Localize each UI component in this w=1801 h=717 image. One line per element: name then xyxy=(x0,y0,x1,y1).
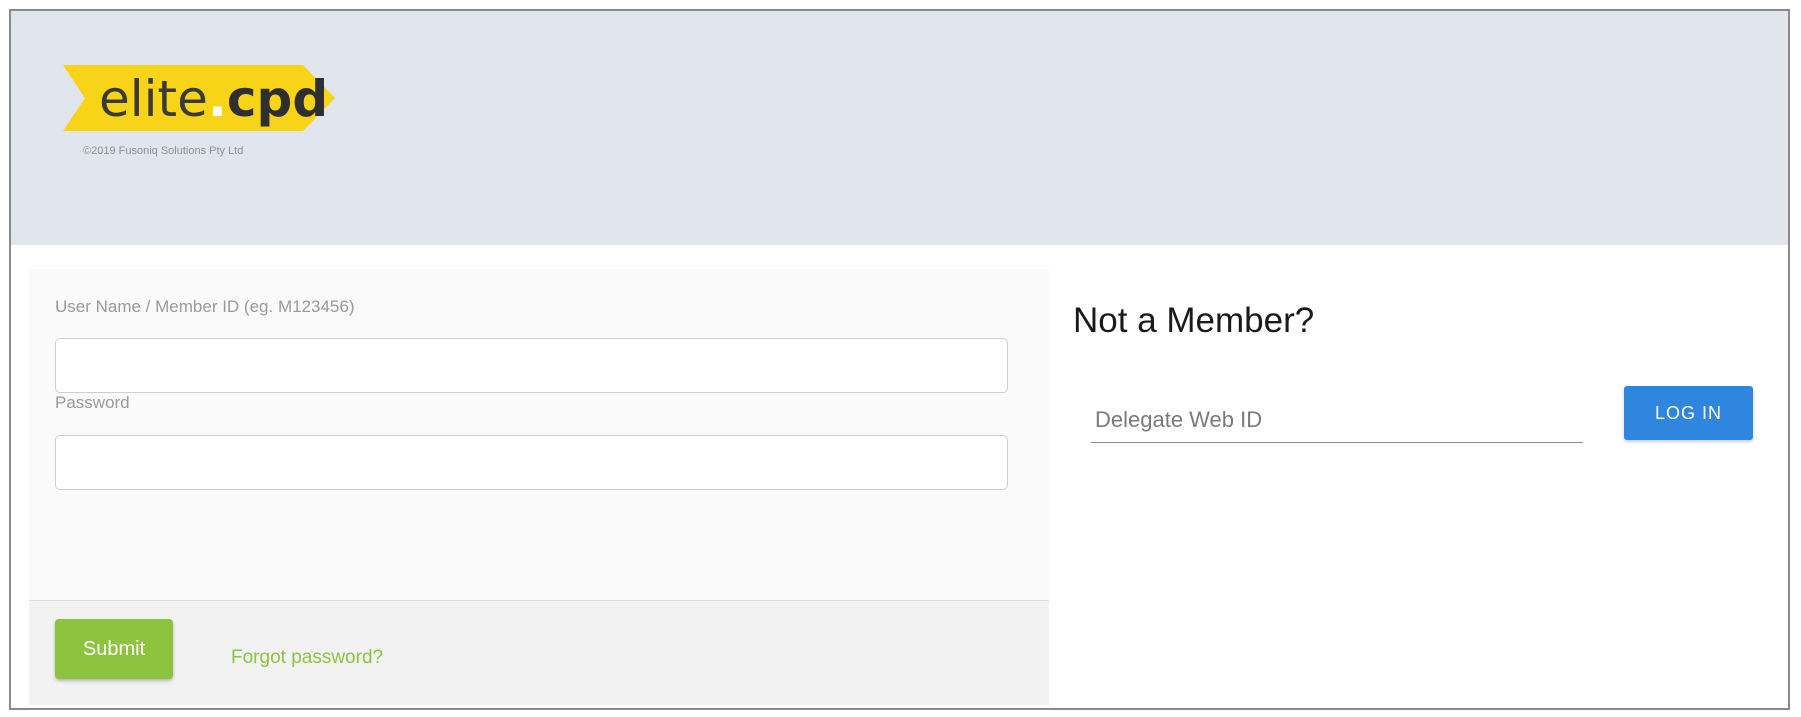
username-input[interactable] xyxy=(55,338,1008,393)
forgot-password-link[interactable]: Forgot password? xyxy=(231,647,383,669)
copyright-text: ©2019 Fusoniq Solutions Pty Ltd xyxy=(83,145,244,157)
header: elite.cpd ©2019 Fusoniq Solutions Pty Lt… xyxy=(11,11,1788,245)
logo: elite.cpd ©2019 Fusoniq Solutions Pty Lt… xyxy=(63,65,338,177)
username-label: User Name / Member ID (eg. M123456) xyxy=(55,297,355,316)
logo-name-suffix: cpd xyxy=(226,70,329,128)
page-frame: elite.cpd ©2019 Fusoniq Solutions Pty Lt… xyxy=(9,9,1790,710)
log-in-button[interactable]: LOG IN xyxy=(1624,386,1753,440)
password-input[interactable] xyxy=(55,435,1008,490)
logo-name-dot: . xyxy=(207,70,227,128)
delegate-web-id-input[interactable] xyxy=(1091,397,1583,443)
submit-button[interactable]: Submit xyxy=(55,619,173,679)
member-login-panel: User Name / Member ID (eg. M123456) Pass… xyxy=(29,269,1049,705)
login-panel-footer: Submit Forgot password? xyxy=(29,600,1049,705)
not-a-member-heading: Not a Member? xyxy=(1073,301,1315,340)
password-label: Password xyxy=(55,393,130,412)
logo-wordmark: elite.cpd xyxy=(99,69,328,129)
logo-name-prefix: elite xyxy=(99,70,208,128)
